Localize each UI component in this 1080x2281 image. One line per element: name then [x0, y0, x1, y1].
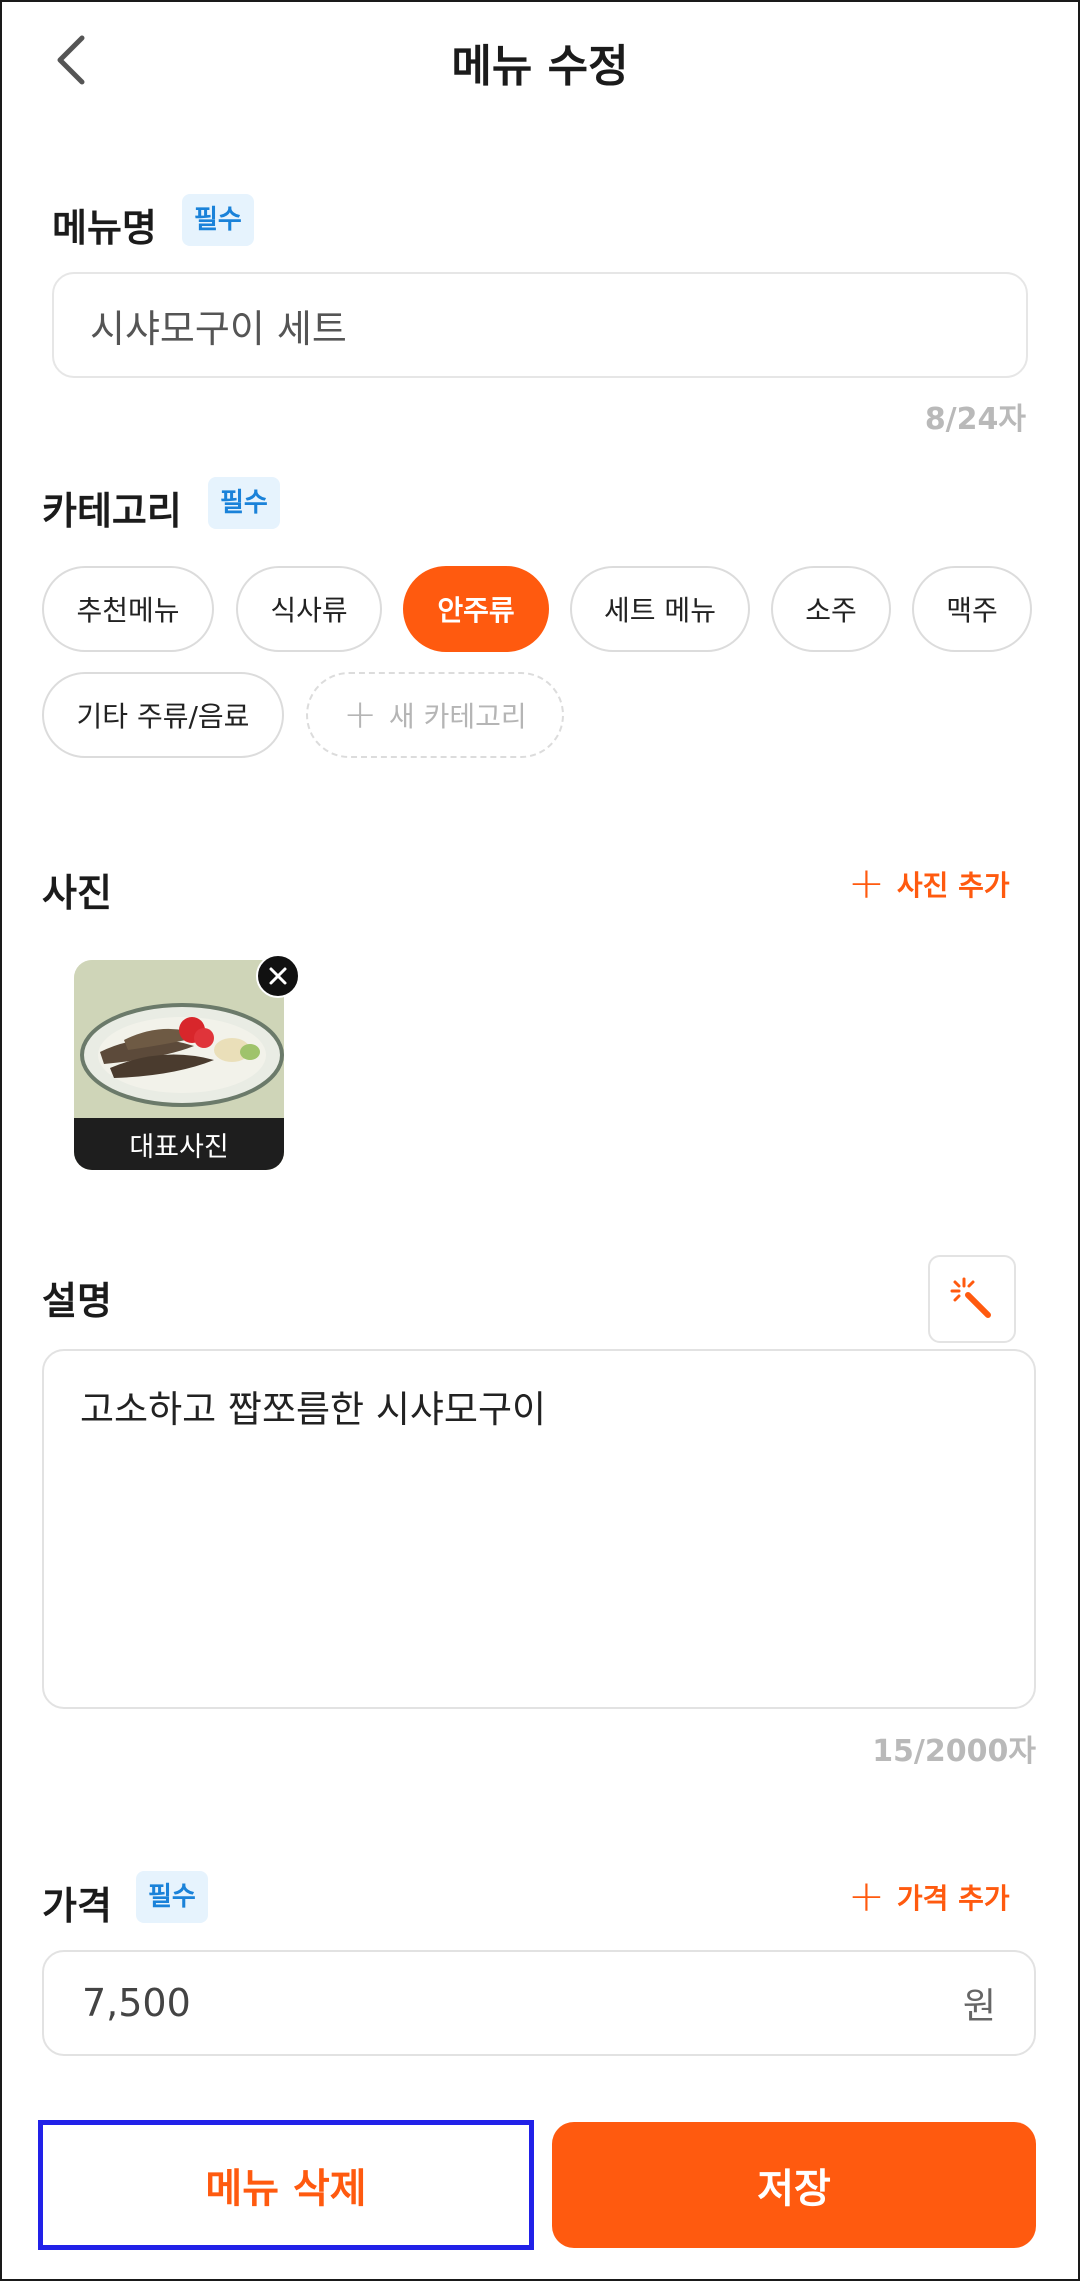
description-value: 고소하고 짭쪼름한 시샤모구이	[80, 1388, 547, 1431]
plus-icon: +	[343, 692, 377, 738]
add-category-button[interactable]: + 새 카테고리	[306, 672, 564, 758]
category-chip-meals[interactable]: 식사류	[236, 566, 382, 652]
chip-label: 소주	[805, 594, 857, 627]
save-button[interactable]: 저장	[552, 2122, 1036, 2248]
add-category-label: 새 카테고리	[388, 700, 527, 733]
delete-menu-button[interactable]: 메뉴 삭제	[38, 2120, 534, 2250]
category-chip-other-drinks[interactable]: 기타 주류/음료	[42, 672, 284, 758]
menu-name-label: 메뉴명	[52, 206, 157, 250]
menu-name-required-badge: 필수	[182, 194, 254, 246]
save-label: 저장	[757, 2166, 831, 2212]
page-title: 메뉴 수정	[451, 41, 629, 92]
category-required-badge: 필수	[208, 477, 280, 529]
chip-label: 맥주	[946, 594, 998, 627]
add-photo-button[interactable]: + 사진 추가	[848, 862, 1010, 906]
category-chip-side-dishes[interactable]: 안주류	[403, 566, 549, 652]
chip-label: 기타 주류/음료	[76, 700, 250, 733]
header: 메뉴 수정	[0, 0, 1080, 125]
add-photo-label: 사진 추가	[896, 869, 1010, 902]
close-icon	[269, 967, 287, 985]
menu-name-input[interactable]: 시샤모구이 세트	[52, 272, 1028, 378]
description-label: 설명	[42, 1279, 112, 1323]
plus-icon: +	[848, 1871, 885, 1922]
magic-wand-icon	[950, 1277, 991, 1318]
menu-photo-thumbnail[interactable]: 대표사진	[74, 960, 284, 1170]
category-chip-recommended[interactable]: 추천메뉴	[42, 566, 214, 652]
category-chip-set-menu[interactable]: 세트 메뉴	[570, 566, 750, 652]
category-chip-beer[interactable]: 맥주	[912, 566, 1032, 652]
price-value: 7,500	[82, 1981, 191, 2025]
chip-label: 추천메뉴	[76, 594, 180, 627]
price-required-badge: 필수	[136, 1871, 208, 1923]
ai-generate-description-button[interactable]	[928, 1255, 1016, 1343]
menu-name-counter: 8/24자	[924, 402, 1026, 437]
description-counter: 15/2000자	[872, 1734, 1036, 1769]
category-chip-soju[interactable]: 소주	[771, 566, 891, 652]
price-label: 가격	[42, 1884, 112, 1928]
description-textarea[interactable]: 고소하고 짭쪼름한 시샤모구이	[42, 1349, 1036, 1709]
menu-name-value: 시샤모구이 세트	[90, 306, 347, 351]
chip-label: 안주류	[437, 594, 515, 627]
category-label: 카테고리	[42, 489, 182, 533]
photo-label: 사진	[42, 871, 112, 915]
price-unit: 원	[962, 1986, 996, 2027]
main-photo-label: 대표사진	[74, 1118, 284, 1170]
chip-label: 세트 메뉴	[604, 594, 716, 627]
add-price-button[interactable]: + 가격 추가	[848, 1875, 1010, 1919]
remove-photo-button[interactable]	[256, 954, 300, 998]
add-price-label: 가격 추가	[896, 1882, 1010, 1915]
chip-label: 식사류	[270, 594, 348, 627]
price-input[interactable]: 7,500 원	[42, 1950, 1036, 2056]
delete-menu-label: 메뉴 삭제	[205, 2166, 367, 2212]
plus-icon: +	[848, 858, 885, 909]
